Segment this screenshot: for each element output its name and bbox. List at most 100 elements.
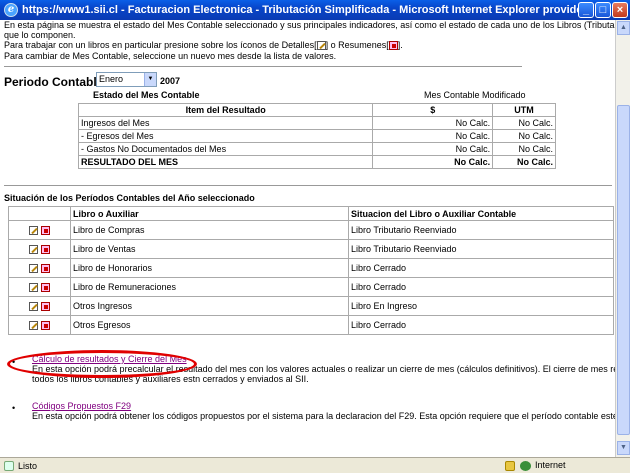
- table-cell: No Calc.: [372, 155, 494, 169]
- highlight-oval: [7, 350, 197, 378]
- table-cell: - Egresos del Mes: [77, 129, 374, 143]
- chevron-down-icon[interactable]: ▼: [144, 73, 156, 86]
- table-row: - Egresos del Mes No Calc. No Calc.: [77, 129, 556, 143]
- table-cell: No Calc.: [372, 142, 494, 156]
- intro-line-3-mid: ] o Resumenes[: [325, 40, 389, 50]
- close-button[interactable]: ×: [612, 2, 628, 18]
- title-bar[interactable]: e https://www1.sii.cl - Facturacion Elec…: [0, 0, 630, 20]
- column-header: Libro o Auxiliar: [70, 206, 349, 221]
- scroll-thumb[interactable]: [617, 105, 630, 435]
- table-cell: Libro Cerrado: [348, 277, 614, 297]
- codigos-f29-desc: En esta opción podrá obtener los códigos…: [32, 411, 615, 421]
- edit-icon[interactable]: [29, 264, 39, 274]
- bullet-icon: •: [12, 403, 16, 413]
- table-row: Otros Ingresos Libro En Ingreso: [8, 296, 614, 316]
- intro-line-3-pre: Para trabajar con un libros en particula…: [4, 40, 317, 50]
- column-header: $: [372, 103, 494, 117]
- table-cell: RESULTADO DEL MES: [77, 155, 374, 169]
- table-cell: Otros Egresos: [70, 315, 349, 335]
- estado-title: Estado del Mes Contable: [93, 90, 200, 100]
- table-cell: Ingresos del Mes: [77, 116, 374, 130]
- column-header: Situacion del Libro o Auxiliar Contable: [348, 206, 614, 221]
- libro-actions: [8, 296, 71, 316]
- pdf-icon[interactable]: [40, 264, 50, 274]
- table-row: Libro de Remuneraciones Libro Cerrado: [8, 277, 614, 297]
- table-cell: Libro Tributario Reenviado: [348, 220, 614, 240]
- table-cell: Otros Ingresos: [70, 296, 349, 316]
- scroll-up-icon[interactable]: ▲: [617, 21, 630, 35]
- pdf-icon[interactable]: [40, 245, 50, 255]
- situacion-title: Situación de los Períodos Contables del …: [4, 193, 255, 203]
- table-cell: No Calc.: [372, 116, 494, 130]
- internet-explorer-icon: e: [4, 3, 18, 17]
- codigos-f29-link[interactable]: Códigos Propuestos F29: [32, 401, 131, 411]
- intro-line-2: que lo componen.: [4, 30, 76, 40]
- table-row: - Gastos No Documentados del Mes No Calc…: [77, 142, 556, 156]
- table-cell: - Gastos No Documentados del Mes: [77, 142, 374, 156]
- table-cell: Libro de Remuneraciones: [70, 277, 349, 297]
- lock-icon: [505, 461, 515, 471]
- edit-icon[interactable]: [29, 226, 39, 236]
- edit-icon: [316, 41, 326, 51]
- libro-actions: [8, 239, 71, 259]
- table-cell: No Calc.: [492, 116, 556, 130]
- intro-line-1: En esta página se muestra el estado del …: [4, 20, 615, 30]
- table-cell: Libro de Compras: [70, 220, 349, 240]
- pdf-icon[interactable]: [40, 321, 50, 331]
- table-cell: No Calc.: [492, 155, 556, 169]
- libro-actions: [8, 277, 71, 297]
- intro-line-4: Para cambiar de Mes Contable, seleccione…: [4, 51, 337, 61]
- column-header: UTM: [492, 103, 556, 117]
- table-cell: No Calc.: [492, 142, 556, 156]
- table-cell: No Calc.: [492, 129, 556, 143]
- status-text: Listo: [18, 460, 38, 471]
- pdf-icon[interactable]: [40, 302, 50, 312]
- globe-icon: [520, 461, 531, 471]
- libro-actions: [8, 220, 71, 240]
- table-row: Otros Egresos Libro Cerrado: [8, 315, 614, 335]
- minimize-button[interactable]: _: [578, 2, 594, 18]
- scroll-down-icon[interactable]: ▼: [617, 441, 630, 455]
- browser-window: e https://www1.sii.cl - Facturacion Elec…: [0, 0, 630, 473]
- table-cell: Libro de Ventas: [70, 239, 349, 259]
- column-header: Item del Resultado: [77, 103, 374, 117]
- divider: [4, 66, 522, 67]
- table-header-row: Item del Resultado $ UTM: [77, 103, 556, 117]
- table-cell: Libro Cerrado: [348, 258, 614, 278]
- table-cell: Libro de Honorarios: [70, 258, 349, 278]
- month-select[interactable]: Enero ▼: [96, 72, 157, 87]
- maximize-button[interactable]: □: [595, 2, 611, 18]
- table-header-row: Libro o Auxiliar Situacion del Libro o A…: [8, 206, 614, 221]
- year-label: 2007: [160, 76, 181, 86]
- divider: [4, 185, 612, 186]
- vertical-scrollbar[interactable]: ▲ ▼: [615, 20, 630, 457]
- intro-line-3: Para trabajar con un libros en particula…: [4, 40, 403, 51]
- page-content: En esta página se muestra el estado del …: [0, 20, 615, 457]
- table-row: RESULTADO DEL MES No Calc. No Calc.: [77, 155, 556, 169]
- pdf-icon[interactable]: [40, 226, 50, 236]
- table-row: Ingresos del Mes No Calc. No Calc.: [77, 116, 556, 130]
- window-title: https://www1.sii.cl - Facturacion Electr…: [22, 4, 582, 16]
- edit-icon[interactable]: [29, 245, 39, 255]
- table-cell: Libro En Ingreso: [348, 296, 614, 316]
- edit-icon[interactable]: [29, 302, 39, 312]
- table-row: Libro de Compras Libro Tributario Reenvi…: [8, 220, 614, 240]
- edit-icon[interactable]: [29, 321, 39, 331]
- column-header: [8, 206, 71, 221]
- zone-text: Internet: [535, 460, 566, 470]
- table-cell: No Calc.: [372, 129, 494, 143]
- periodo-label: Periodo Contable: [4, 75, 104, 89]
- resultado-table: Item del Resultado $ UTM Ingresos del Me…: [77, 103, 556, 169]
- intro-line-3-post: ].: [397, 40, 403, 50]
- libro-actions: [8, 315, 71, 335]
- pdf-icon[interactable]: [40, 283, 50, 293]
- estado-status: Mes Contable Modificado: [424, 90, 526, 100]
- status-bar: Listo Internet: [0, 457, 630, 473]
- table-cell: Libro Tributario Reenviado: [348, 239, 614, 259]
- libro-actions: [8, 258, 71, 278]
- edit-icon[interactable]: [29, 283, 39, 293]
- page-icon: [4, 460, 14, 471]
- month-select-value: Enero: [99, 74, 124, 84]
- libros-table: Libro o Auxiliar Situacion del Libro o A…: [8, 206, 614, 335]
- table-row: Libro de Ventas Libro Tributario Reenvia…: [8, 239, 614, 259]
